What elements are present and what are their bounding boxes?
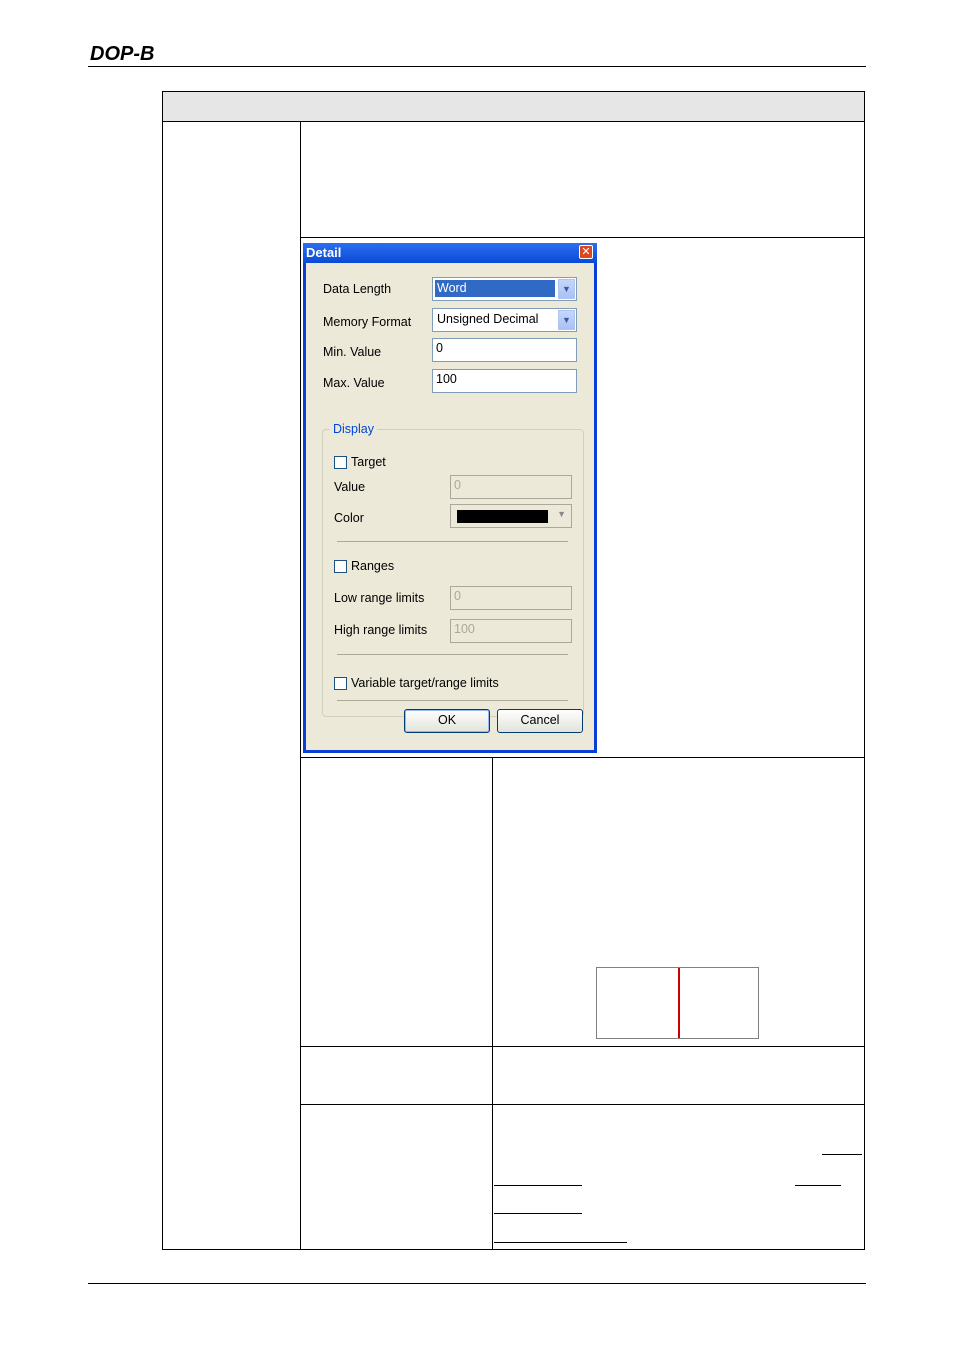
target-value-input[interactable]: 0 <box>450 475 572 499</box>
table-divider <box>492 757 493 1250</box>
dialog-body: Data Length Word ▼ Memory Format Unsigne… <box>306 263 594 750</box>
memory-format-label: Memory Format <box>323 315 412 329</box>
header-rule <box>88 66 866 67</box>
color-swatch <box>457 510 548 523</box>
min-value-label: Min. Value <box>323 345 382 359</box>
link-underline <box>822 1154 862 1155</box>
table-header-row <box>163 92 864 122</box>
dop-b-logo: DOP-B <box>90 43 154 65</box>
chevron-down-icon[interactable]: ▼ <box>558 310 575 330</box>
target-preview-box <box>596 967 759 1039</box>
data-length-label: Data Length <box>323 282 392 296</box>
dialog-title-bar[interactable]: Detail ✕ <box>303 243 597 263</box>
chevron-down-icon[interactable]: ▼ <box>558 279 575 299</box>
table-divider <box>300 757 865 758</box>
footer-rule <box>88 1283 866 1284</box>
ranges-checkbox[interactable] <box>334 560 347 573</box>
display-groupbox <box>322 429 584 717</box>
memory-format-select[interactable]: Unsigned Decimal ▼ <box>432 308 577 332</box>
separator <box>337 700 568 701</box>
target-marker-line <box>678 968 680 1038</box>
memory-format-value: Unsigned Decimal <box>437 312 539 326</box>
separator <box>337 541 568 542</box>
link-underline <box>795 1185 841 1186</box>
data-length-select[interactable]: Word ▼ <box>432 277 577 301</box>
max-value-input[interactable]: 100 <box>432 369 577 393</box>
target-value-label: Value <box>334 480 366 494</box>
close-icon[interactable]: ✕ <box>579 245 593 259</box>
link-underline <box>494 1185 582 1186</box>
high-range-label: High range limits <box>334 623 428 637</box>
target-label: Target <box>351 455 386 469</box>
display-group-title: Display <box>330 422 377 436</box>
table-divider <box>300 1046 865 1047</box>
cancel-button[interactable]: Cancel <box>497 709 583 733</box>
min-value-input[interactable]: 0 <box>432 338 577 362</box>
low-range-input[interactable]: 0 <box>450 586 572 610</box>
table-divider <box>300 1104 865 1105</box>
dialog-title: Detail <box>306 245 342 260</box>
ranges-label: Ranges <box>351 559 395 573</box>
variable-limits-checkbox[interactable] <box>334 677 347 690</box>
low-range-label: Low range limits <box>334 591 425 605</box>
ok-button[interactable]: OK <box>404 709 490 733</box>
detail-dialog: Detail ✕ Data Length Word ▼ Memory Forma… <box>303 243 597 753</box>
table-divider <box>300 121 301 1250</box>
variable-limits-label: Variable target/range limits <box>351 676 499 690</box>
chevron-down-icon[interactable]: ▼ <box>557 509 566 519</box>
table-divider <box>300 237 865 238</box>
target-checkbox[interactable] <box>334 456 347 469</box>
color-label: Color <box>334 511 364 525</box>
data-length-value: Word <box>434 279 556 298</box>
color-picker[interactable]: ▼ <box>450 504 572 528</box>
separator <box>337 654 568 655</box>
link-underline <box>494 1242 627 1243</box>
svg-text:DOP-B: DOP-B <box>90 43 154 65</box>
max-value-label: Max. Value <box>323 376 385 390</box>
link-underline <box>494 1213 582 1214</box>
high-range-input[interactable]: 100 <box>450 619 572 643</box>
